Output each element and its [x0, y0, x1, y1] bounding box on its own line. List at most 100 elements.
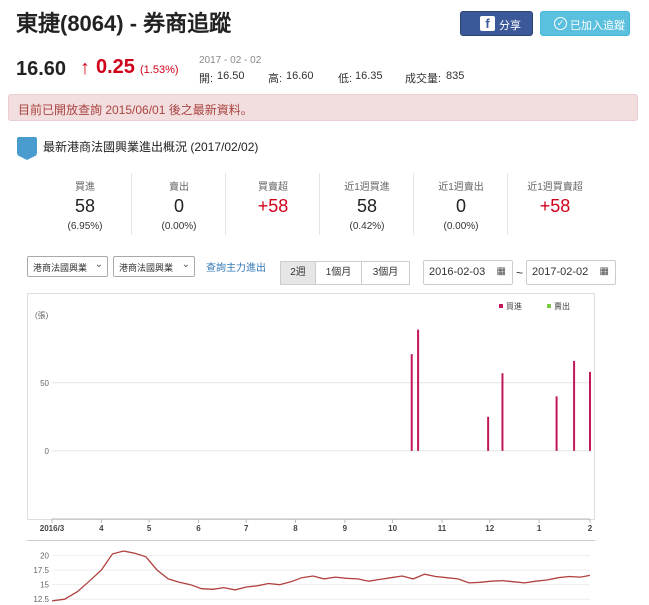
y-tick-label: 0 [45, 447, 50, 456]
broker-badge-icon [17, 137, 37, 160]
date-from-input[interactable]: 2016-02-03 ▦ [423, 260, 513, 285]
broker-select-1[interactable]: 港商法國興業 ⌄ [27, 256, 108, 277]
bar [417, 329, 420, 451]
calendar-icon: ▦ [599, 266, 609, 277]
stat-sub: (6.95%) [67, 221, 103, 232]
quote-date: 2017 - 02 - 02 [199, 55, 262, 66]
follow-button[interactable]: ✓ 已加入追蹤 [540, 11, 630, 36]
x-tick-label: 1 [537, 524, 542, 533]
stat-3: 近1週買進 58 (0.42%) [322, 178, 412, 232]
range-1m-button[interactable]: 1個月 [315, 261, 362, 285]
x-tick-label: 11 [438, 524, 447, 533]
x-tick-label: 10 [388, 524, 397, 533]
bar [589, 371, 591, 451]
broker-select-2-value: 港商法國興業 [119, 263, 174, 273]
stat-divider [319, 173, 320, 235]
stat-4: 近1週賣出 0 (0.00%) [416, 178, 506, 232]
bar [487, 416, 490, 451]
price-change: 0.25 [96, 56, 135, 78]
stat-divider [131, 173, 132, 235]
stat-label: 近1週買進 [344, 182, 390, 193]
notice-alert: 目前已開放查詢 2015/06/01 後之最新資料。 [8, 94, 638, 121]
y-tick-label: 15 [40, 581, 49, 590]
bar [555, 396, 558, 451]
y-tick-label: 50 [40, 379, 49, 388]
bar [501, 373, 504, 451]
date-range-separator: ~ [516, 266, 524, 280]
stat-sub: (0.00%) [443, 221, 479, 232]
up-arrow-icon: ↑ [80, 57, 90, 79]
range-3m-button[interactable]: 3個月 [361, 261, 410, 285]
open-value: 16.50 [217, 70, 245, 82]
high-value: 16.60 [286, 70, 314, 82]
stat-value: +58 [539, 196, 571, 216]
stat-sub: (0.42%) [349, 221, 385, 232]
broker-trade-chart: (張)0502016/3 4 5 6 7 8 9 10 11 12 1 2買進 賣出 [27, 293, 595, 533]
stat-label: 近1週買賣超 [527, 182, 583, 193]
legend-label: 買進 [506, 302, 522, 311]
y-tick-label: 12.5 [33, 595, 49, 604]
legend-swatch [547, 304, 551, 308]
stat-label: 近1週賣出 [438, 182, 484, 193]
stat-value: 0 [455, 196, 466, 216]
stat-divider [225, 173, 226, 235]
y-axis-label: (張) [35, 311, 49, 320]
volume-label: 成交量: [405, 73, 442, 85]
chevron-down-icon: ⌄ [181, 259, 190, 270]
range-2w-button[interactable]: 2週 [280, 261, 316, 285]
price-line [51, 550, 591, 602]
x-tick-label: 6 [196, 524, 201, 533]
chevron-down-icon: ⌄ [94, 259, 103, 270]
share-button[interactable]: f 分享 [460, 11, 533, 36]
check-circle-icon: ✓ [554, 17, 567, 30]
x-tick-label: 5 [147, 524, 152, 533]
x-tick-label: 12 [485, 524, 494, 533]
stat-value: +58 [257, 196, 289, 216]
y-tick-label: 17.5 [33, 566, 49, 575]
chart-frame [27, 293, 595, 520]
broker-select-1-value: 港商法國興業 [33, 263, 88, 273]
x-tick-label: 8 [293, 524, 298, 533]
y-tick-label: 20 [40, 552, 49, 561]
stat-value: 58 [74, 196, 96, 216]
high-label: 高: [268, 73, 283, 85]
page-title: 東捷(8064) - 券商追蹤 [16, 11, 232, 36]
stat-0: 買進 58 (6.95%) [40, 178, 130, 232]
low-label: 低: [338, 73, 353, 85]
volume-value: 835 [446, 70, 465, 82]
legend-label: 賣出 [554, 301, 570, 311]
calendar-icon: ▦ [496, 266, 506, 277]
open-label: 開: [199, 73, 214, 85]
stat-1: 賣出 0 (0.00%) [134, 178, 224, 232]
bar [573, 360, 576, 451]
stat-label: 賣出 [169, 182, 189, 193]
broker-select-2[interactable]: 港商法國興業 ⌄ [113, 256, 195, 277]
x-tick-label: 9 [343, 524, 348, 533]
facebook-icon: f [480, 16, 495, 31]
x-tick-label: 7 [244, 524, 249, 533]
date-to-value: 2017-02-02 [532, 266, 589, 278]
query-main-force-link[interactable]: 查詢主力進出 [206, 259, 266, 274]
stat-5: 近1週買賣超 +58 [510, 178, 600, 221]
stat-divider [413, 173, 414, 235]
stat-value: 58 [356, 196, 378, 216]
stock-price: 16.60 [16, 58, 67, 80]
x-tick-label: 2 [588, 524, 593, 533]
share-label: 分享 [499, 20, 521, 32]
follow-label: 已加入追蹤 [570, 20, 625, 32]
section-title: 最新港商法國興業進出概況 (2017/02/02) [43, 140, 259, 154]
date-from-value: 2016-02-03 [429, 266, 486, 278]
x-tick-label: 4 [99, 524, 104, 533]
date-to-input[interactable]: 2017-02-02 ▦ [526, 260, 616, 285]
stat-value: 0 [173, 196, 184, 216]
stat-label: 買賣超 [258, 182, 288, 193]
x-tick-label: 2016/3 [40, 524, 65, 533]
stat-label: 買進 [75, 182, 95, 193]
low-value: 16.35 [355, 70, 383, 82]
bar [410, 354, 413, 451]
legend-swatch [499, 304, 503, 308]
price-line-chart: 12.5 15 17.5 20 [27, 540, 595, 604]
price-change-pct: (1.53%) [140, 64, 179, 76]
stat-2: 買賣超 +58 [228, 178, 318, 221]
stat-divider [507, 173, 508, 235]
